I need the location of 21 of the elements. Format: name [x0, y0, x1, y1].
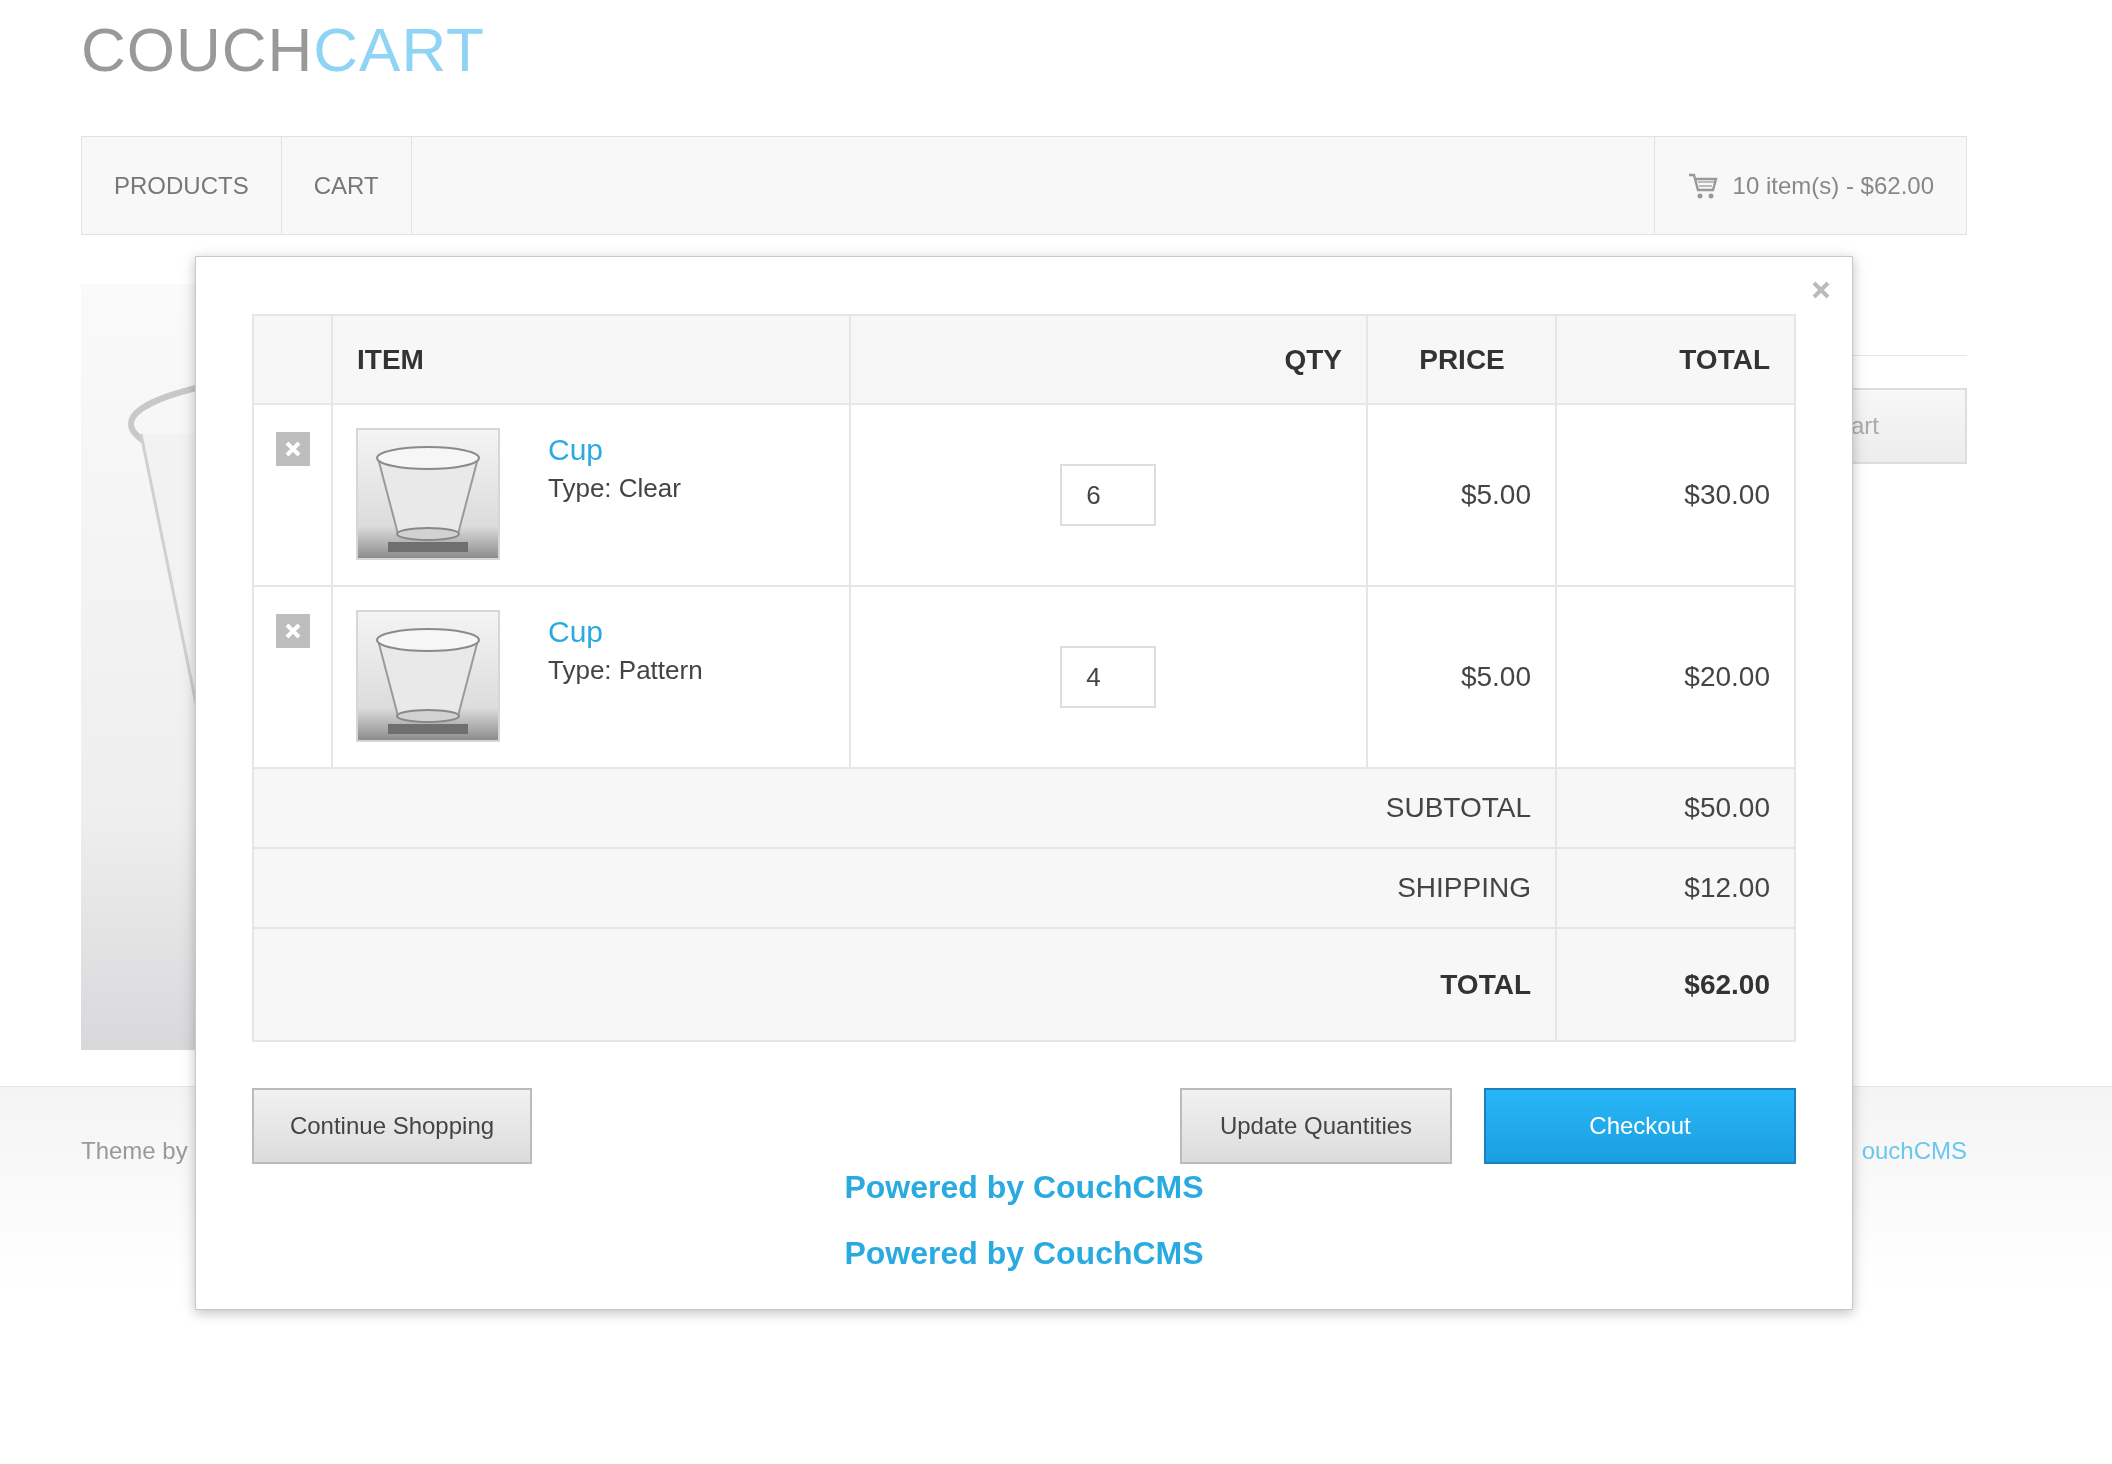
close-button[interactable] [1812, 281, 1830, 299]
action-button[interactable]: Continue Shopping [252, 1088, 532, 1164]
column-header: PRICE [1367, 315, 1556, 404]
quantity-field[interactable]: 6 [1060, 464, 1157, 526]
action-button[interactable]: Update Quantities [1180, 1088, 1452, 1164]
footer-text: Theme by [81, 1137, 188, 1165]
powered-by-link[interactable]: Powered by CouchCMS [844, 1233, 1204, 1273]
total-cell: $30.00 [1556, 404, 1795, 586]
powered-by-link[interactable]: Powered by CouchCMS [844, 1167, 1204, 1207]
cart-summary-link[interactable]: 10 item(s) - $62.00 [1653, 137, 1966, 234]
logo[interactable]: COUCHCART [81, 0, 1967, 136]
column-header: QTY [849, 315, 1367, 404]
price-cell: $5.00 [1367, 404, 1556, 586]
close-icon [1812, 281, 1830, 299]
footer-link[interactable]: ouchCMS [1861, 1137, 1967, 1165]
nav-link[interactable]: CART [281, 137, 412, 234]
column-header: TOTAL [1556, 315, 1795, 404]
checkout-button[interactable]: Checkout [1484, 1088, 1796, 1164]
nav-link[interactable]: PRODUCTS [82, 137, 282, 234]
summary-value: $62.00 [1556, 928, 1795, 1041]
quantity-field[interactable]: 4 [1060, 646, 1157, 708]
